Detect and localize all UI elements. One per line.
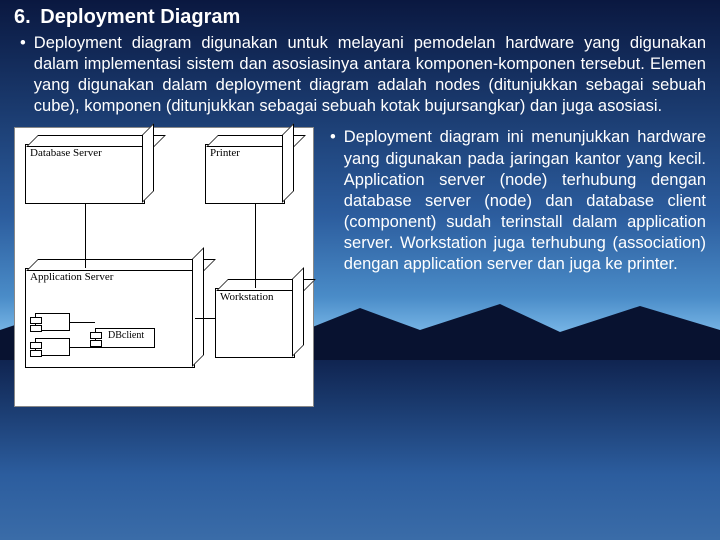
- bullet-1-text: Deployment diagram digunakan untuk melay…: [34, 33, 706, 117]
- heading-title: Deployment Diagram: [40, 6, 240, 28]
- component-dbclient: DBclient: [95, 328, 155, 348]
- bullet-dot: •: [330, 127, 336, 275]
- component-label: DBclient: [108, 330, 144, 341]
- component-small-a: [35, 313, 70, 331]
- bullet-2: • Deployment diagram ini menunjukkan har…: [330, 127, 706, 275]
- node-label: Printer: [210, 147, 240, 159]
- deployment-diagram-figure: Database Server Printer Application Serv…: [14, 127, 314, 407]
- assoc-mini-dbclient-2: [70, 347, 95, 348]
- component-small-b: [35, 338, 70, 356]
- bullet-1: • Deployment diagram digunakan untuk mel…: [14, 33, 706, 117]
- assoc-printer-workstation: [255, 204, 256, 288]
- node-database-server: Database Server: [25, 144, 145, 204]
- node-workstation: Workstation: [215, 288, 295, 358]
- node-label: Workstation: [220, 291, 274, 303]
- lower-row: Database Server Printer Application Serv…: [14, 127, 706, 407]
- slide-heading: 6. Deployment Diagram: [14, 6, 706, 29]
- node-label: Database Server: [30, 147, 102, 159]
- assoc-mini-dbclient-1: [70, 322, 95, 323]
- node-label: Application Server: [30, 271, 113, 283]
- heading-number: 6.: [14, 6, 31, 28]
- slide: 6. Deployment Diagram • Deployment diagr…: [0, 0, 720, 417]
- bullet-2-text: Deployment diagram ini menunjukkan hardw…: [344, 127, 706, 275]
- assoc-dbserver-appserver: [85, 204, 86, 268]
- right-text-column: • Deployment diagram ini menunjukkan har…: [324, 127, 706, 275]
- node-printer: Printer: [205, 144, 285, 204]
- bullet-dot: •: [20, 33, 26, 117]
- assoc-appserver-workstation: [195, 318, 215, 319]
